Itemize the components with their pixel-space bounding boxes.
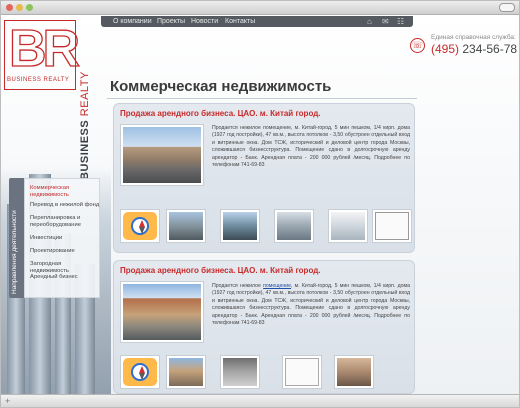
listing-photo[interactable] [120,281,204,343]
home-icon[interactable]: ⌂ [367,17,372,26]
mail-icon[interactable]: ✉ [382,17,389,26]
floorplan-thumbnail[interactable] [282,355,322,389]
sitemap-icon[interactable]: ☷ [397,17,404,26]
listing-title[interactable]: Продажа арендного бизнеса. ЦАО. м. Китай… [120,109,321,118]
compass-icon [131,363,149,381]
nav-item-about[interactable]: О компании [113,16,152,27]
nav-item-projects[interactable]: Проекты [157,16,185,27]
nav-item-news[interactable]: Новости [191,16,218,27]
logo-letters: BR [8,19,80,78]
sidebar-item-investments[interactable]: Инвестиции [30,235,100,242]
phone-number: (495) 234-56-78 [431,42,517,56]
listing-photo[interactable] [120,124,204,186]
sidebar-item-replanning[interactable]: Перепланировка и переоборудование [30,215,100,229]
listing-link[interactable]: помещение [263,283,291,289]
zoom-window-button[interactable] [26,4,33,11]
page-title: Коммерческая недвижимость [110,78,332,95]
nav-item-contacts[interactable]: Контакты [225,16,255,27]
sidebar-item-design[interactable]: Проектирование [30,248,100,255]
sidebar-menu: Коммерческая недвижимость Перевод в нежи… [24,178,100,298]
listing-description: Продается нежилое помещение, м. Китай-го… [212,283,410,327]
photo-thumbnail[interactable] [274,209,314,243]
listing-thumbnails [120,209,412,245]
floorplan-thumbnail[interactable] [372,209,412,243]
company-logo[interactable]: BR BUSINESS REALTY [4,19,81,90]
phone-caption: Единая справочная служба: [431,34,516,41]
phone-digits: 234-56-78 [462,42,518,56]
listing-thumbnails [120,355,412,391]
title-divider [107,98,417,99]
vertical-brand: BUSINESS REALTY [79,71,99,186]
sidebar-tab-label: Направления деятельности [11,210,18,294]
phone-code: (495) [431,42,460,56]
listing-card: Продажа арендного бизнеса. ЦАО. м. Китай… [113,103,415,253]
logo-subtitle: BUSINESS REALTY [7,77,70,83]
vertical-brand-text: BUSINESS REALTY [79,71,91,180]
minimize-window-button[interactable] [16,4,23,11]
sidebar-item-country[interactable]: Загородная недвижимость [30,261,100,275]
compass-icon [131,217,149,235]
listing-description: Продается нежилое помещение, м. Китай-го… [212,125,410,169]
close-window-button[interactable] [6,4,13,11]
photo-thumbnail[interactable] [166,355,206,389]
photo-thumbnail[interactable] [328,209,368,243]
toolbar-toggle-button[interactable] [499,3,515,12]
web-page: BR BUSINESS REALTY О компании Проекты Но… [1,16,519,394]
photo-thumbnail[interactable] [220,209,260,243]
sidebar-item-conversion[interactable]: Перевод в нежилой фонд [30,202,100,209]
top-navigation: О компании Проекты Новости Контакты ⌂ ✉ … [101,16,413,27]
listing-card: Продажа арендного бизнеса. ЦАО. м. Китай… [113,260,415,394]
map-thumbnail[interactable] [120,355,160,389]
sidebar-item-rental[interactable]: Арендный бизнес [30,274,100,281]
listing-title[interactable]: Продажа арендного бизнеса. ЦАО. м. Китай… [120,266,321,275]
phone-icon: ☏ [410,38,425,53]
browser-window: BR BUSINESS REALTY О компании Проекты Но… [0,0,520,408]
sidebar-tab[interactable]: Направления деятельности [9,178,24,298]
sidebar-item-commercial[interactable]: Коммерческая недвижимость [30,185,100,199]
photo-thumbnail[interactable] [220,355,260,389]
window-titlebar [1,1,519,15]
map-thumbnail[interactable] [120,209,160,243]
window-bottom-bar: + [1,394,519,407]
add-tab-icon[interactable]: + [5,397,14,406]
photo-thumbnail[interactable] [334,355,374,389]
photo-thumbnail[interactable] [166,209,206,243]
